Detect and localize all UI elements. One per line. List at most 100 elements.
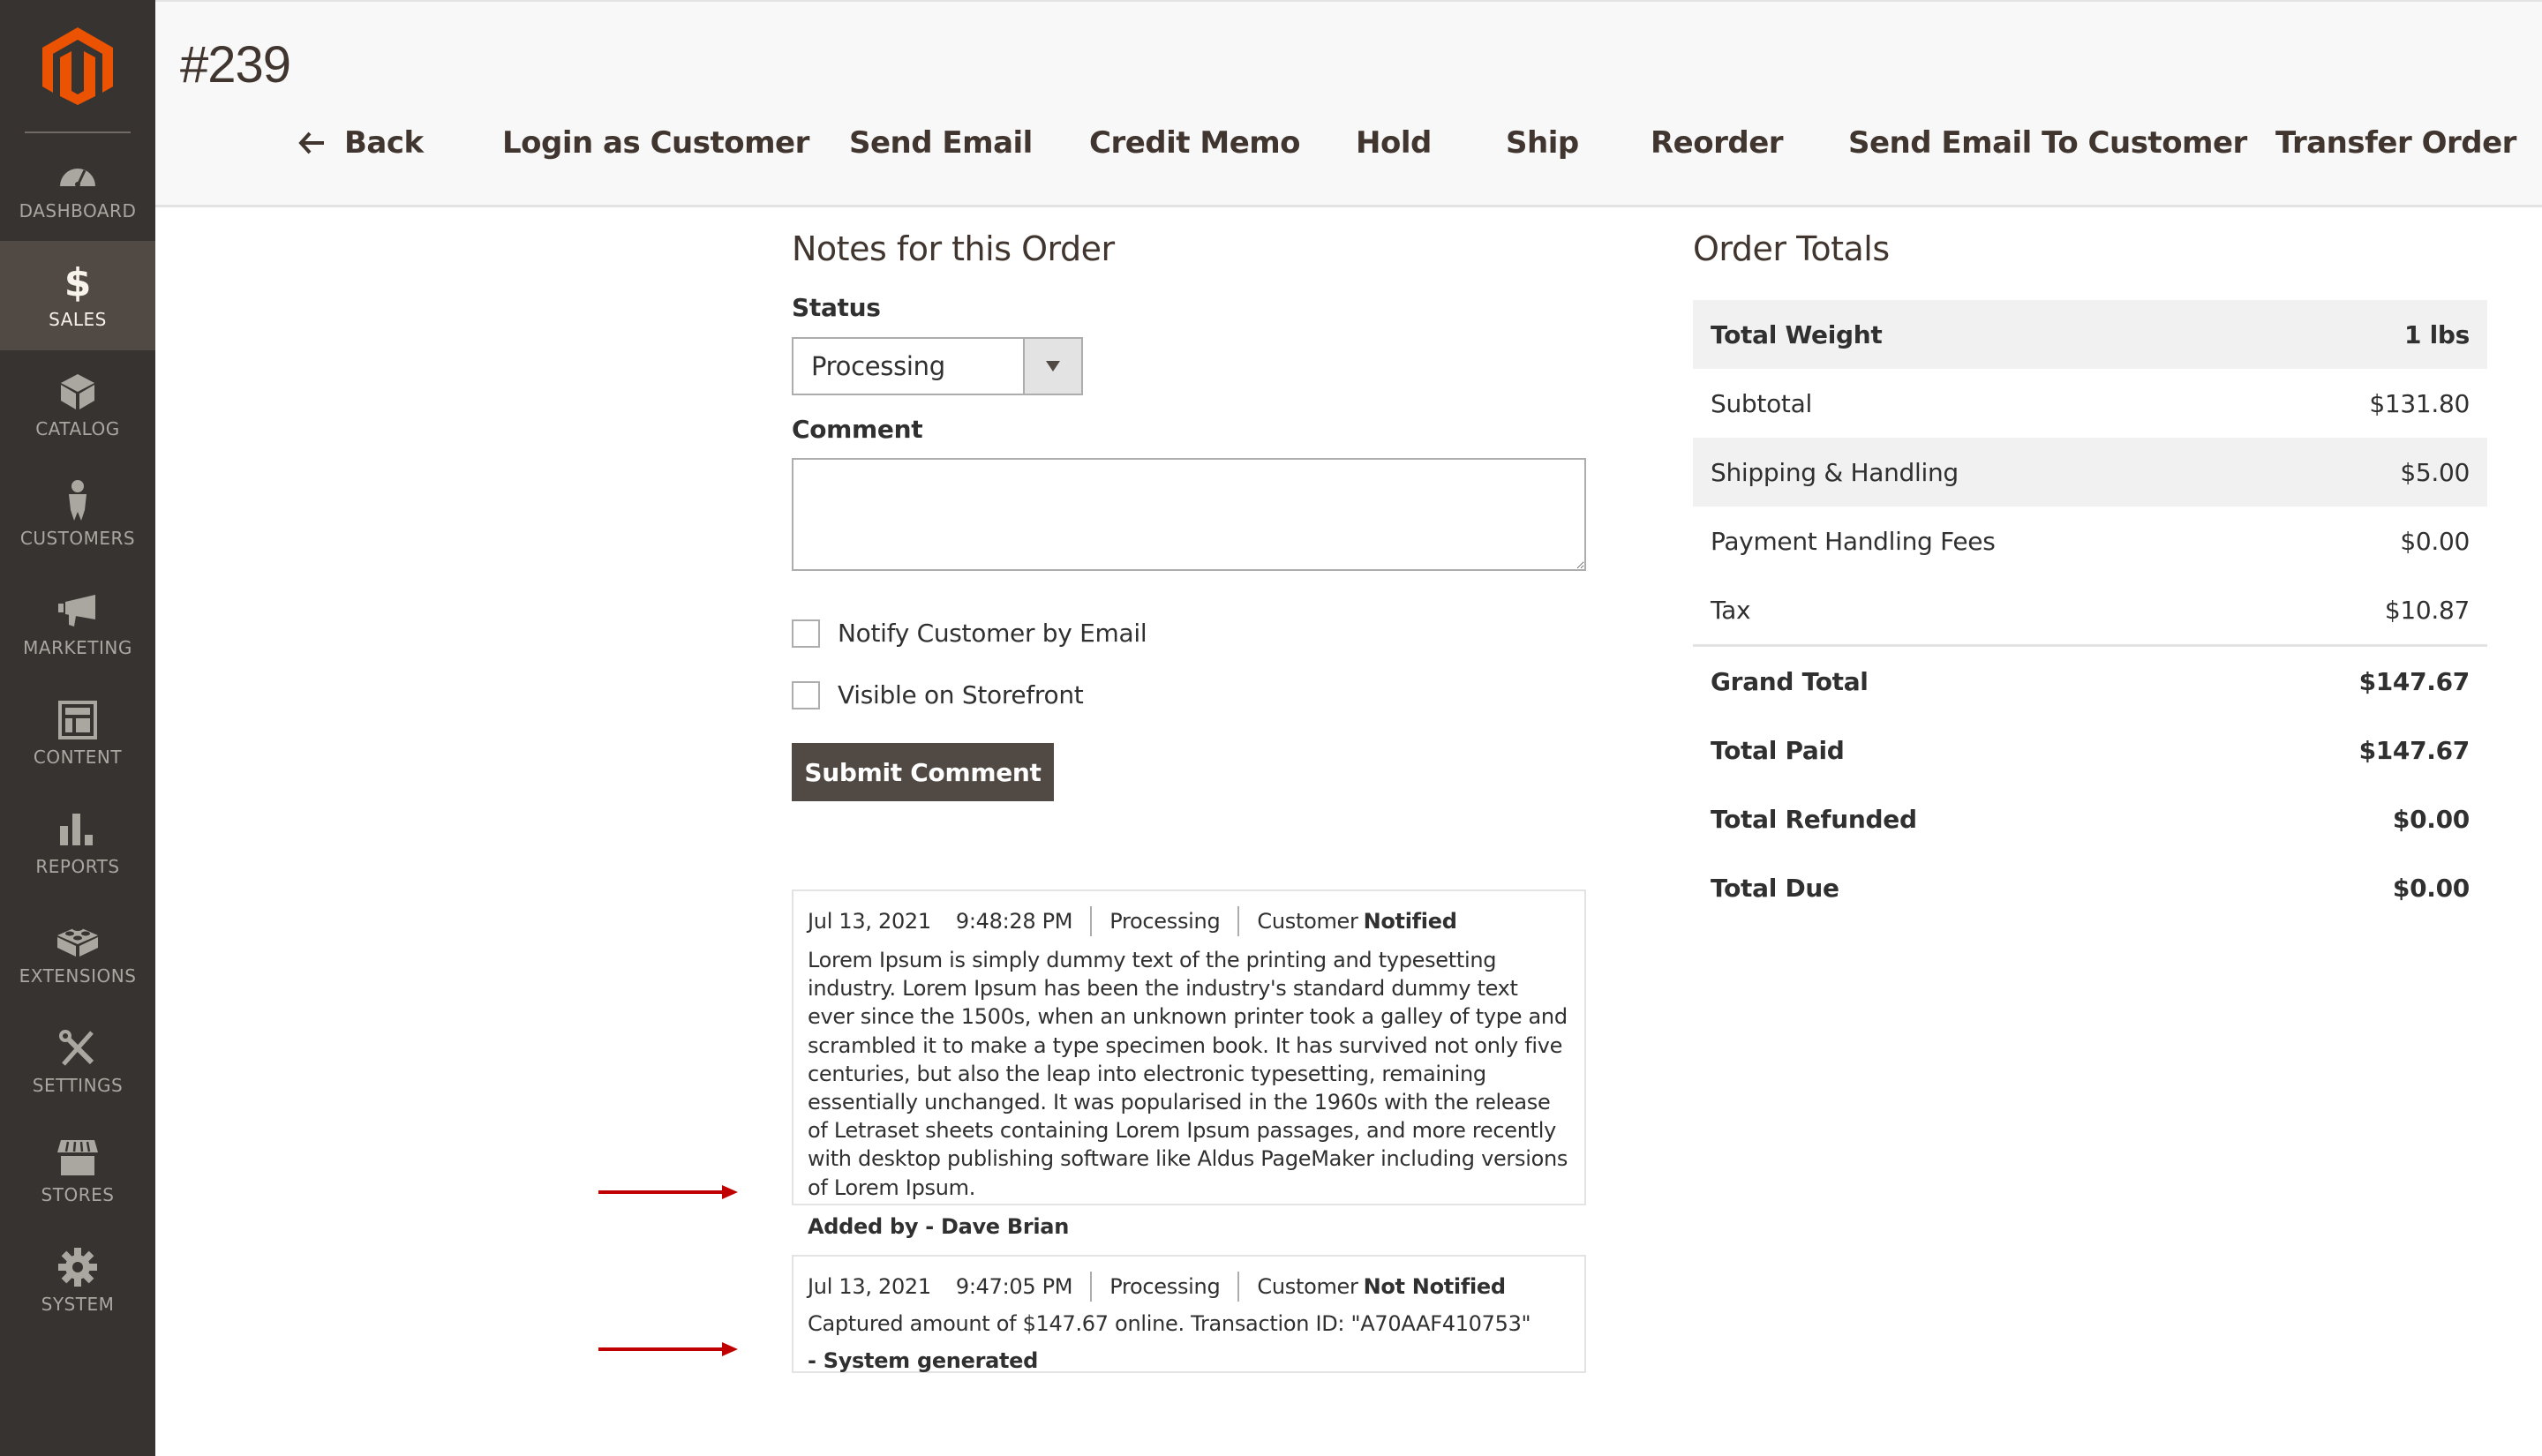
- page-actions: Back Login as Customer Send Email Credit…: [155, 118, 2542, 168]
- history-item: Jul 13, 2021 9:48:28 PM Processing Custo…: [792, 889, 1586, 1239]
- arrow-left-icon: [298, 131, 325, 154]
- sidebar-item-label: CATALOG: [35, 418, 120, 439]
- history-status: Processing: [1109, 909, 1221, 934]
- customer-notified-state: Not Notified: [1363, 1274, 1507, 1299]
- history-item: Jul 13, 2021 9:47:05 PM Processing Custo…: [792, 1255, 1586, 1373]
- admin-sidebar: DASHBOARD $ SALES CATALOG CUSTOMERS MARK…: [0, 0, 155, 1456]
- history-date: Jul 13, 2021: [808, 909, 931, 934]
- sidebar-item-catalog[interactable]: CATALOG: [0, 350, 155, 460]
- history-time: 9:47:05 PM: [955, 1274, 1073, 1299]
- sidebar-item-label: CONTENT: [33, 747, 123, 768]
- send-email-button[interactable]: Send Email: [849, 118, 1033, 168]
- totals-row-value: $0.00: [2400, 526, 2470, 556]
- sidebar-item-settings[interactable]: SETTINGS: [0, 1007, 155, 1116]
- meta-divider: [1237, 906, 1240, 936]
- magento-logo-icon: [42, 27, 113, 105]
- sidebar-item-content[interactable]: CONTENT: [0, 679, 155, 788]
- order-totals-section: Order Totals Total Weight 1 lbs Subtotal…: [1693, 229, 2487, 903]
- dashboard-gauge-icon: [56, 153, 99, 195]
- totals-row-value: $5.00: [2400, 457, 2470, 487]
- sidebar-item-stores[interactable]: STORES: [0, 1116, 155, 1226]
- status-select-value: Processing: [811, 351, 945, 381]
- back-button[interactable]: Back: [298, 118, 424, 168]
- totals-row-value: $10.87: [2384, 595, 2470, 625]
- totals-row: Payment Handling Fees $0.00: [1693, 507, 2487, 575]
- history-comment-text: Lorem Ipsum is simply dummy text of the …: [808, 948, 1568, 1200]
- sidebar-item-label: EXTENSIONS: [19, 965, 137, 987]
- visible-storefront-label: Visible on Storefront: [838, 680, 1084, 709]
- status-select[interactable]: Processing: [792, 337, 1083, 395]
- notify-customer-label: Notify Customer by Email: [838, 619, 1147, 648]
- visible-storefront-checkbox[interactable]: [792, 680, 820, 709]
- layout-icon: [56, 699, 99, 741]
- order-notes-section: Notes for this Order Status Processing C…: [792, 229, 1586, 1373]
- totals-title: Order Totals: [1693, 229, 1890, 268]
- totals-row-label: Payment Handling Fees: [1711, 526, 1996, 556]
- history-meta: Jul 13, 2021 9:47:05 PM Processing Custo…: [808, 1272, 1570, 1302]
- summary-row-label: Total Refunded: [1711, 804, 1917, 834]
- totals-table: Total Weight 1 lbs Subtotal $131.80 Ship…: [1693, 300, 2487, 922]
- credit-memo-button[interactable]: Credit Memo: [1089, 118, 1301, 168]
- sidebar-item-reports[interactable]: REPORTS: [0, 788, 155, 897]
- send-email-to-customer-button[interactable]: Send Email To Customer: [1848, 118, 2247, 168]
- sidebar-item-label: DASHBOARD: [19, 200, 137, 221]
- sidebar-item-sales[interactable]: $ SALES: [0, 241, 155, 350]
- summary-row-value: $147.67: [2358, 666, 2471, 696]
- totals-row: Subtotal $131.80: [1693, 369, 2487, 438]
- sidebar-item-label: STORES: [41, 1184, 115, 1205]
- magento-logo[interactable]: [0, 0, 155, 132]
- notify-customer-checkbox[interactable]: [792, 619, 820, 648]
- history-status: Processing: [1109, 1274, 1221, 1299]
- status-label: Status: [792, 293, 881, 322]
- sidebar-item-label: SALES: [49, 309, 107, 330]
- ship-button[interactable]: Ship: [1506, 118, 1579, 168]
- totals-row-value: $131.80: [2369, 388, 2470, 418]
- customer-prefix: Customer: [1257, 909, 1358, 934]
- comment-textarea[interactable]: [792, 458, 1586, 571]
- customer-prefix: Customer: [1257, 1274, 1358, 1299]
- totals-row: Tax $10.87: [1693, 575, 2487, 644]
- totals-row-label: Subtotal: [1711, 388, 1812, 418]
- annotation-arrow-icon: [598, 1342, 738, 1356]
- summary-row-value: $0.00: [2392, 873, 2470, 903]
- page-header: #239 Back Login as Customer Send Email C…: [155, 0, 2542, 207]
- megaphone-icon: [56, 589, 99, 632]
- history-time: 9:48:28 PM: [955, 909, 1073, 934]
- summary-row: Total Paid $147.67: [1693, 716, 2487, 784]
- sidebar-item-label: SETTINGS: [32, 1075, 124, 1096]
- reorder-button[interactable]: Reorder: [1651, 118, 1784, 168]
- back-label: Back: [344, 125, 424, 161]
- hold-button[interactable]: Hold: [1356, 118, 1432, 168]
- totals-row-label: Shipping & Handling: [1711, 457, 1959, 487]
- totals-row: Shipping & Handling $5.00: [1693, 438, 2487, 507]
- visible-storefront-checkbox-row[interactable]: Visible on Storefront: [792, 680, 1084, 709]
- sidebar-item-extensions[interactable]: EXTENSIONS: [0, 897, 155, 1007]
- totals-row-label: Tax: [1711, 595, 1751, 625]
- chevron-down-icon[interactable]: [1023, 339, 1081, 394]
- bar-chart-icon: [56, 808, 99, 851]
- summary-row-label: Grand Total: [1711, 666, 1869, 696]
- customer-notified-state: Notified: [1363, 909, 1457, 934]
- summary-row: Total Due $0.00: [1693, 853, 2487, 922]
- submit-comment-button[interactable]: Submit Comment: [792, 743, 1054, 801]
- sidebar-item-system[interactable]: SYSTEM: [0, 1226, 155, 1335]
- annotation-arrow-icon: [598, 1185, 738, 1199]
- transfer-order-button[interactable]: Transfer Order: [2275, 118, 2516, 168]
- history-author: - System generated: [808, 1348, 1039, 1374]
- totals-row: Total Weight 1 lbs: [1693, 300, 2487, 369]
- sidebar-item-marketing[interactable]: MARKETING: [0, 569, 155, 679]
- storefront-icon: [56, 1137, 99, 1179]
- summary-row-label: Total Paid: [1711, 735, 1845, 765]
- notify-customer-checkbox-row[interactable]: Notify Customer by Email: [792, 619, 1147, 648]
- login-as-customer-button[interactable]: Login as Customer: [502, 118, 809, 168]
- sidebar-item-customers[interactable]: CUSTOMERS: [0, 460, 155, 569]
- brick-icon: [56, 918, 99, 960]
- sidebar-item-label: REPORTS: [35, 856, 120, 877]
- page-title: #239: [180, 36, 291, 94]
- history-meta: Jul 13, 2021 9:48:28 PM Processing Custo…: [808, 906, 1570, 936]
- history-author: Added by - Dave Brian: [808, 1213, 1069, 1239]
- tools-icon: [56, 1027, 99, 1069]
- summary-row: Grand Total $147.67: [1693, 647, 2487, 716]
- summary-row-label: Total Due: [1711, 873, 1839, 903]
- sidebar-item-dashboard[interactable]: DASHBOARD: [0, 132, 155, 242]
